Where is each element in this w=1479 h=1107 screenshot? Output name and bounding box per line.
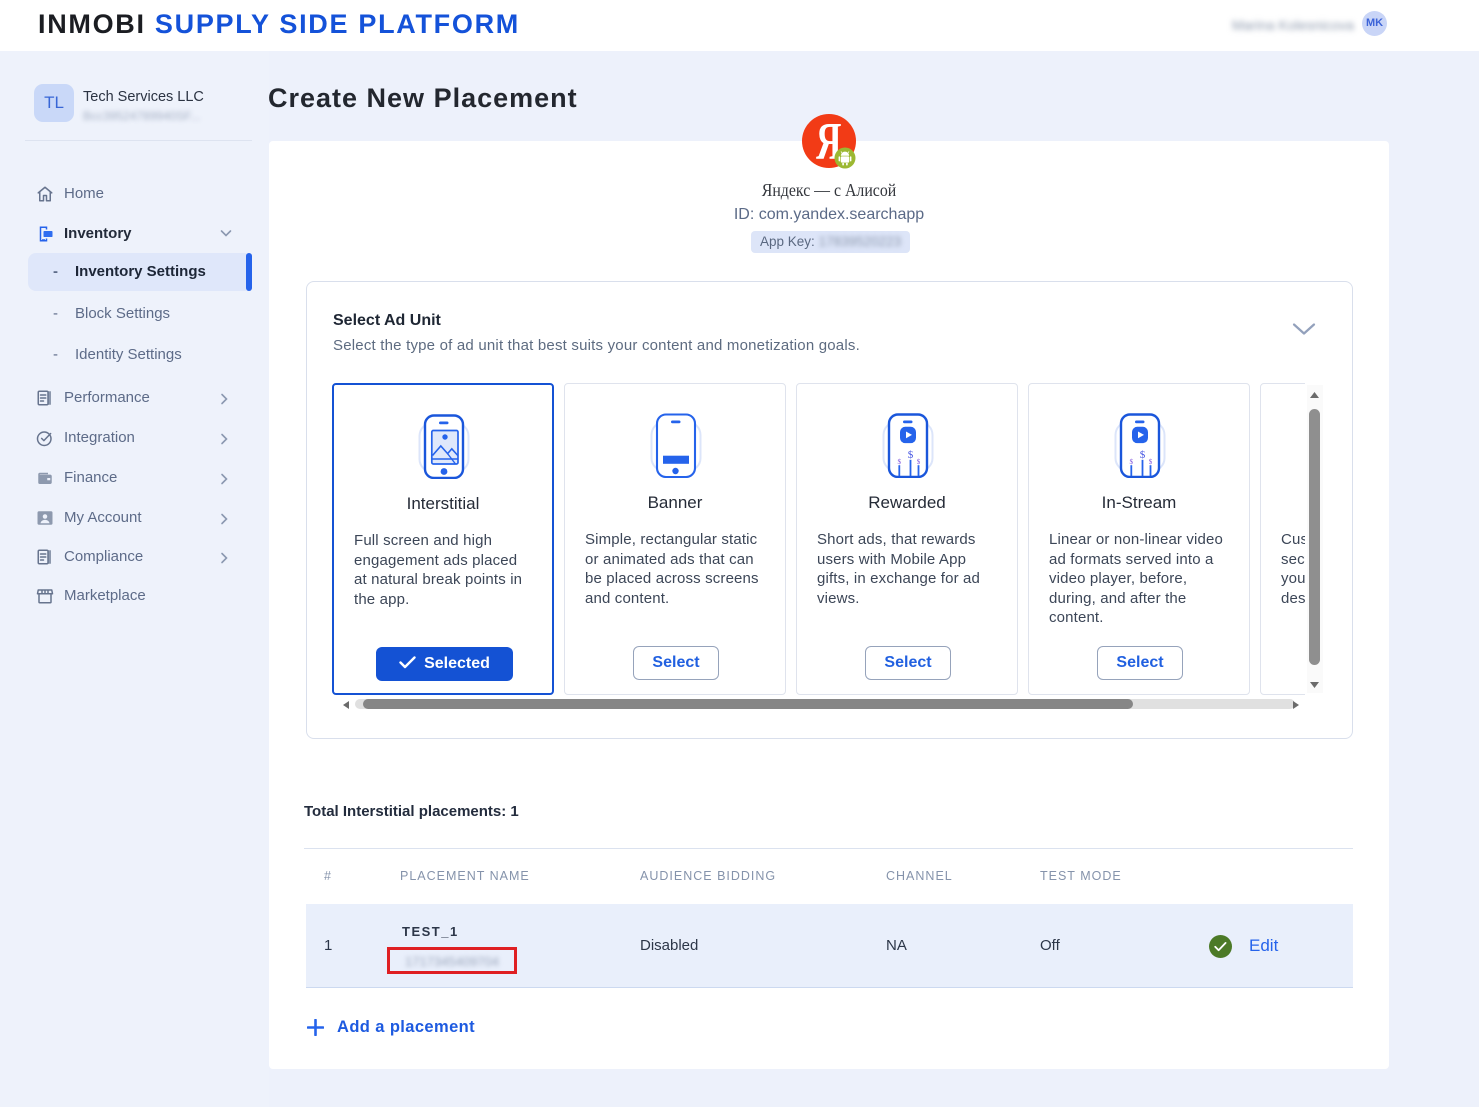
svg-text:$: $ <box>1140 449 1146 461</box>
svg-text:$: $ <box>1130 458 1134 466</box>
svg-text:$: $ <box>1149 458 1153 466</box>
svg-text:$: $ <box>898 458 902 466</box>
svg-text:$: $ <box>908 449 914 461</box>
svg-text:$: $ <box>917 458 921 466</box>
